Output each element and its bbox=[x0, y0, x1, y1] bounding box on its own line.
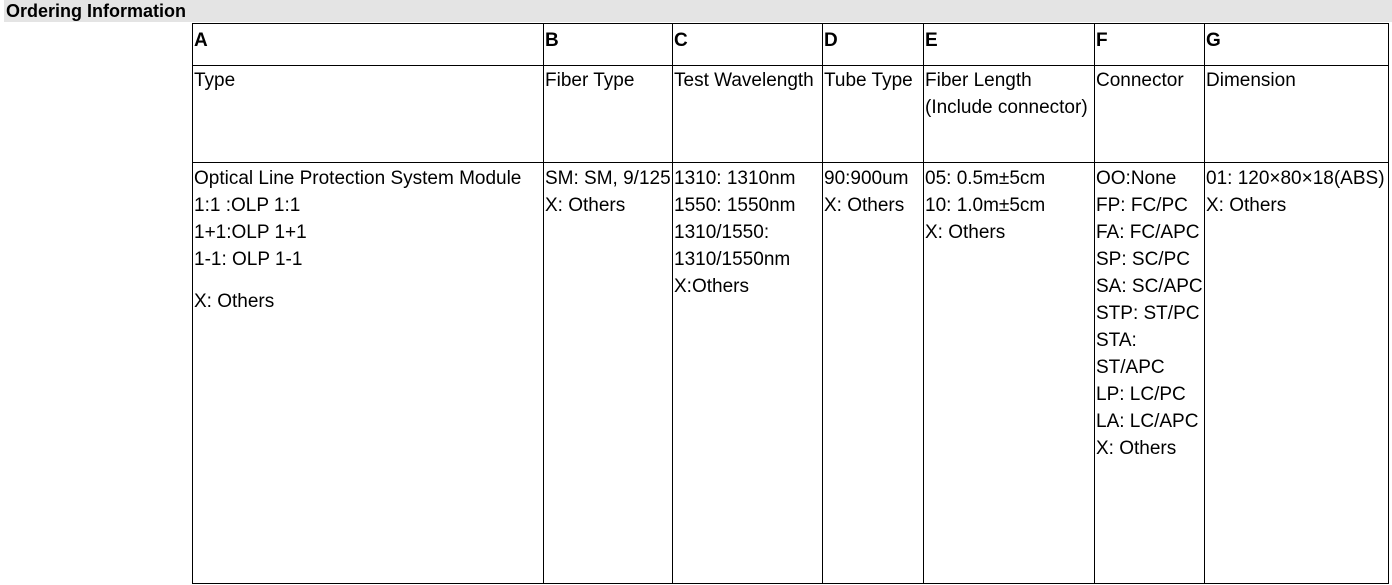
header-dimension: Dimension bbox=[1204, 65, 1389, 163]
ordering-table: A B C D E F G Type Fiber Type Test Wavel… bbox=[192, 23, 1389, 584]
wavelength-option-1550: 1550: 1550nm bbox=[674, 195, 796, 216]
header-tube-type: Tube Type bbox=[822, 65, 924, 163]
section-title: Ordering Information bbox=[4, 0, 1392, 22]
column-letter-row: A B C D E F G bbox=[192, 23, 1389, 66]
connector-option-fc-apc: FA: FC/APC bbox=[1096, 222, 1200, 243]
length-option-others: X: Others bbox=[925, 222, 1006, 243]
connector-option-sc-apc: SA: SC/APC bbox=[1096, 276, 1203, 297]
dimension-option-others: X: Others bbox=[1206, 195, 1287, 216]
length-options: 05: 0.5m±5cm 10: 1.0m±5cm X: Others bbox=[923, 162, 1095, 584]
tube-options: 90:900um X: Others bbox=[822, 162, 924, 584]
column-header-row: Type Fiber Type Test Wavelength Tube Typ… bbox=[192, 65, 1389, 163]
connector-option-st-pc: STP: ST/PC bbox=[1096, 303, 1200, 324]
fiber-type-option-others: X: Others bbox=[545, 195, 626, 216]
type-options: Optical Line Protection System Module 1:… bbox=[192, 162, 544, 584]
fiber-type-option-sm: SM: SM, 9/125 bbox=[545, 168, 671, 189]
column-letter-c: C bbox=[672, 23, 823, 66]
wavelength-option-1310: 1310: 1310nm bbox=[674, 168, 796, 189]
type-option-1-minus-1: 1-1: OLP 1-1 bbox=[194, 249, 303, 270]
tube-option-900um: 90:900um bbox=[824, 168, 909, 189]
connector-option-sc-pc: SP: SC/PC bbox=[1096, 249, 1190, 270]
length-option-05: 05: 0.5m±5cm bbox=[925, 168, 1046, 189]
fiber-type-options: SM: SM, 9/125 X: Others bbox=[543, 162, 673, 584]
header-fiber-type: Fiber Type bbox=[543, 65, 673, 163]
type-option-module: Optical Line Protection System Module bbox=[194, 168, 522, 189]
wavelength-option-others: X:Others bbox=[674, 276, 749, 297]
header-type: Type bbox=[192, 65, 544, 163]
wavelength-option-dual: 1310/1550: 1310/1550nm bbox=[674, 222, 791, 270]
connector-option-none: OO:None bbox=[1096, 168, 1177, 189]
column-letter-f: F bbox=[1094, 23, 1205, 66]
column-letter-a: A bbox=[192, 23, 544, 66]
dimension-option-01: 01: 120×80×18(ABS) bbox=[1206, 168, 1385, 189]
connector-option-lc-pc: LP: LC/PC bbox=[1096, 384, 1186, 405]
type-option-1-plus-1: 1+1:OLP 1+1 bbox=[194, 222, 307, 243]
type-option-1-1: 1:1 :OLP 1:1 bbox=[194, 195, 301, 216]
header-fiber-length: Fiber Length (Include connector) bbox=[923, 65, 1095, 163]
header-test-wavelength: Test Wavelength bbox=[672, 65, 823, 163]
column-letter-e: E bbox=[923, 23, 1095, 66]
length-option-10: 10: 1.0m±5cm bbox=[925, 195, 1046, 216]
connector-option-fc-pc: FP: FC/PC bbox=[1096, 195, 1188, 216]
column-letter-b: B bbox=[543, 23, 673, 66]
connector-option-lc-apc: LA: LC/APC bbox=[1096, 411, 1199, 432]
type-option-others: X: Others bbox=[194, 291, 275, 312]
connector-options: OO:None FP: FC/PC FA: FC/APC SP: SC/PC S… bbox=[1094, 162, 1205, 584]
header-connector: Connector bbox=[1094, 65, 1205, 163]
column-letter-g: G bbox=[1204, 23, 1389, 66]
options-row: Optical Line Protection System Module 1:… bbox=[192, 162, 1389, 584]
wavelength-options: 1310: 1310nm 1550: 1550nm 1310/1550: 131… bbox=[672, 162, 823, 584]
connector-option-others: X: Others bbox=[1096, 438, 1177, 459]
tube-option-others: X: Others bbox=[824, 195, 905, 216]
column-letter-d: D bbox=[822, 23, 924, 66]
connector-option-st-apc: STA: ST/APC bbox=[1096, 330, 1165, 378]
dimension-options: 01: 120×80×18(ABS) X: Others bbox=[1204, 162, 1389, 584]
